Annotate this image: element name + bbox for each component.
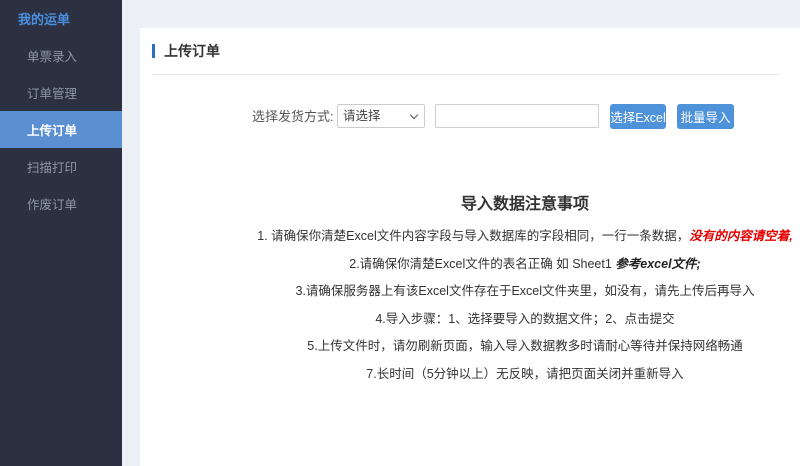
sidebar-item-order-management[interactable]: 订单管理	[0, 74, 122, 111]
shipping-method-select[interactable]: 请选择	[337, 104, 425, 128]
notice-line-3: 3.请确保服务器上有该Excel文件存在于Excel文件夹里，如没有，请先上传后…	[250, 278, 800, 306]
notice-line-text: 4.导入步骤：1、选择要导入的数据文件；2、点击提交	[375, 311, 675, 326]
notice-line-text: 5.上传文件时，请勿刷新页面，输入导入数据教多时请耐心等待并保持网络畅通	[307, 339, 743, 353]
sidebar-item-label: 单票录入	[27, 50, 78, 64]
import-notice: 导入数据注意事项 1. 请确保你清楚Excel文件内容字段与导入数据库的字段相同…	[250, 190, 800, 388]
notice-line-2: 2.请确保你清楚Excel文件的表名正确 如 Sheet1 参考excel文件;	[250, 251, 800, 279]
page-title: 上传订单	[164, 43, 220, 59]
sidebar-item-scan-print[interactable]: 扫描打印	[0, 148, 122, 185]
upload-panel: 上传订单 选择发货方式: 请选择 选择Excel 批量导入 导入数据注意事项 1…	[140, 28, 800, 466]
notice-line-text: 7.长时间（5分钟以上）无反映，请把页面关闭并重新导入	[366, 366, 684, 381]
notice-line-text: 3.请确保服务器上有该Excel文件存在于Excel文件夹里，如没有，请先上传后…	[295, 284, 755, 298]
sidebar: 我的运单 单票录入 订单管理 上传订单 扫描打印 作废订单	[0, 0, 122, 466]
choose-excel-button[interactable]: 选择Excel	[610, 104, 666, 129]
upload-form-row: 选择发货方式: 请选择 选择Excel 批量导入	[140, 104, 800, 130]
notice-line-4: 4.导入步骤：1、选择要导入的数据文件；2、点击提交	[250, 306, 800, 334]
sidebar-item-upload-orders[interactable]: 上传订单	[0, 111, 122, 148]
notice-line-emphasis: 参考excel文件;	[615, 256, 701, 271]
notice-title: 导入数据注意事项	[460, 196, 589, 213]
notice-line-6: 7.长时间（5分钟以上）无反映，请把页面关闭并重新导入	[250, 361, 800, 389]
panel-title-row: 上传订单	[140, 28, 800, 61]
sidebar-item-void-orders[interactable]: 作废订单	[0, 185, 122, 222]
sidebar-item-label: 作废订单	[27, 198, 78, 212]
title-accent-bar	[152, 44, 155, 58]
excel-file-input[interactable]	[435, 104, 599, 128]
sidebar-item-single-entry[interactable]: 单票录入	[0, 37, 122, 74]
sidebar-item-label: 扫描打印	[27, 161, 78, 175]
batch-import-button[interactable]: 批量导入	[677, 104, 734, 129]
sidebar-item-label: 订单管理	[27, 87, 78, 101]
sidebar-item-label: 上传订单	[27, 124, 78, 138]
notice-line-text: 2.请确保你清楚Excel文件的表名正确 如 Sheet1	[349, 256, 616, 271]
notice-line-emphasis: 没有的内容请空着,	[689, 229, 793, 243]
main-area: 上传订单 选择发货方式: 请选择 选择Excel 批量导入 导入数据注意事项 1…	[122, 0, 800, 466]
notice-line-5: 5.上传文件时，请勿刷新页面，输入导入数据教多时请耐心等待并保持网络畅通	[250, 333, 800, 361]
sidebar-header: 我的运单	[18, 12, 71, 27]
title-divider	[152, 74, 780, 75]
notice-line-1: 1. 请确保你清楚Excel文件内容字段与导入数据库的字段相同，一行一条数据，没…	[250, 223, 800, 251]
shipping-method-label: 选择发货方式:	[252, 109, 334, 124]
notice-line-text: 1. 请确保你清楚Excel文件内容字段与导入数据库的字段相同，一行一条数据，	[257, 229, 690, 243]
shipping-method-select-wrap: 请选择	[337, 104, 425, 128]
